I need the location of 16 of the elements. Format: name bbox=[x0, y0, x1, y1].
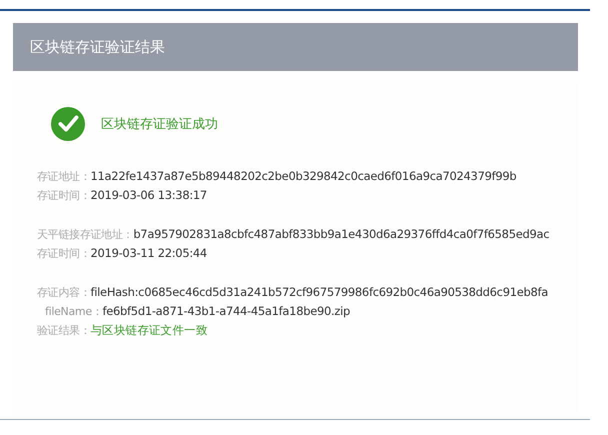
field-label: 存证时间： bbox=[37, 188, 91, 204]
field-label: fileName： bbox=[45, 304, 103, 320]
field-value: 与区块链存证文件一致 bbox=[90, 322, 208, 339]
field-value: fe6bf5d1-a871-43b1-a744-45a1fa18be90.zip bbox=[102, 303, 350, 320]
field-label: 存证时间： bbox=[37, 246, 91, 262]
field-value: 2019-03-11 22:05:44 bbox=[90, 245, 207, 262]
header-title: 区块链存证验证结果 bbox=[30, 38, 165, 56]
field-label: 天平链接存证地址： bbox=[37, 227, 134, 243]
field-label: 验证结果： bbox=[37, 323, 91, 339]
field-value: fileHash:c0685ec46cd5d31a241b572cf967579986fc692b0c46a90538dd6c91eb8fa bbox=[90, 284, 548, 301]
status-message: 区块链存证验证成功 bbox=[101, 116, 218, 133]
field-label: 存证地址： bbox=[37, 169, 91, 185]
field-value: b7a957902831a8cbfc487abf833bb9a1e430d6a29376ffd4ca0f7f6585ed9ac bbox=[133, 226, 550, 243]
field-value: 2019-03-06 13:38:17 bbox=[90, 187, 207, 204]
field-value: 11a22fe1437a87e5b89448202c2be0b329842c0caed6f016a9ca7024379f99b bbox=[90, 168, 516, 185]
field-label: 存证内容： bbox=[37, 285, 91, 301]
